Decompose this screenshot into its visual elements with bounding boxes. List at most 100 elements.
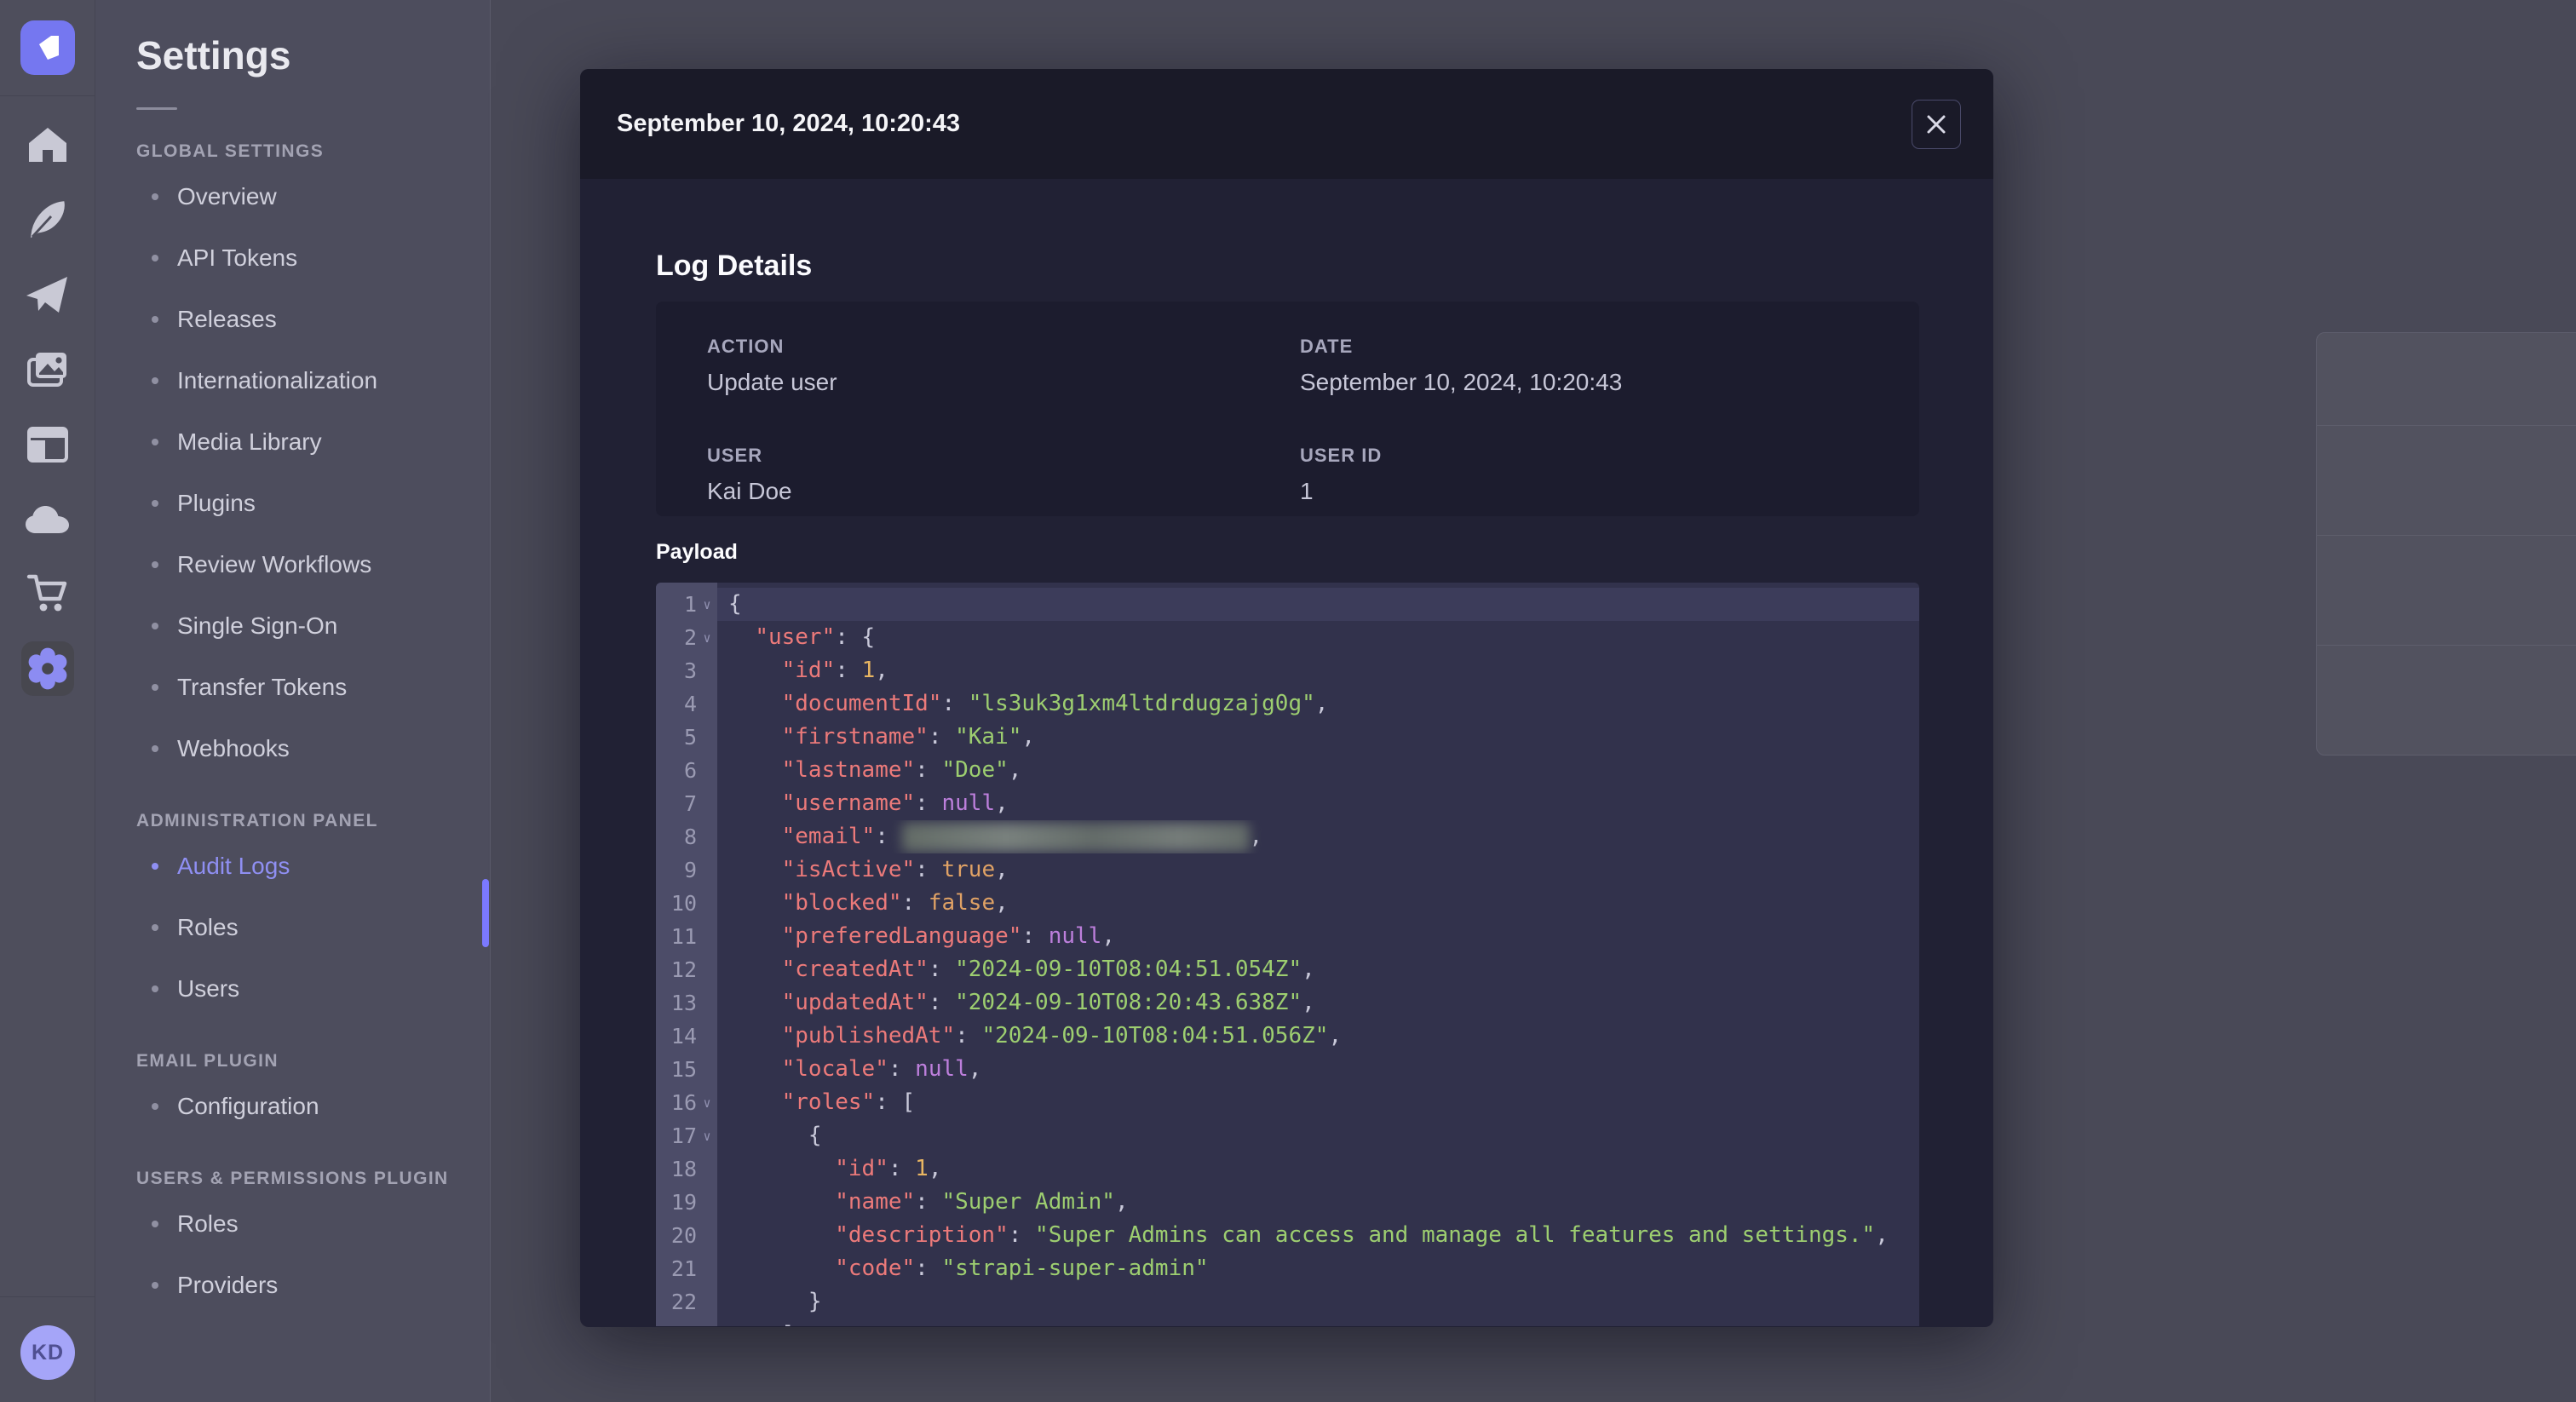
sidebar-item-audit-logs[interactable]: Audit Logs <box>95 836 490 897</box>
gutter-cell: 19 <box>656 1190 717 1215</box>
code-line-content: } <box>808 1289 822 1314</box>
detail-label: DATE <box>1300 336 1354 357</box>
code-line-content: ] <box>717 1319 1919 1326</box>
nav-section: ADMINISTRATION PANEL Audit Logs Roles Users <box>95 808 490 1020</box>
detail-label: USER ID <box>1300 445 1383 466</box>
cloud-icon[interactable] <box>22 494 73 545</box>
sidebar-item-single-sign-on[interactable]: Single Sign-On <box>95 595 490 657</box>
sidebar-item-releases[interactable]: Releases <box>95 289 490 350</box>
feather-icon[interactable] <box>22 194 73 245</box>
code-line: 5 "firstname": "Kai", <box>656 721 1919 754</box>
sidebar-item-internationalization[interactable]: Internationalization <box>95 350 490 411</box>
close-button[interactable] <box>1912 99 1961 149</box>
code-line-content: "isActive": true, <box>781 857 1009 882</box>
code-line-content: "id": 1, <box>781 658 888 683</box>
line-number: 2 <box>683 625 697 650</box>
gutter-cell: 15 <box>656 1057 717 1082</box>
sidebar-item-transfer-tokens[interactable]: Transfer Tokens <box>95 657 490 718</box>
gutter-cell: 7 <box>656 791 717 816</box>
table-header <box>2317 333 2576 425</box>
gear-icon[interactable] <box>21 641 74 696</box>
code-line-content: "createdAt": "2024-09-10T08:04:51.054Z", <box>781 957 1315 982</box>
code-line-content: "user": { <box>755 624 876 650</box>
audit-log-table-card <box>2316 332 2576 756</box>
sidebar-item-webhooks[interactable]: Webhooks <box>95 718 490 779</box>
gutter-cell: 11 <box>656 924 717 949</box>
payload-label: Payload <box>656 540 738 564</box>
sidebar-item-review-workflows[interactable]: Review Workflows <box>95 534 490 595</box>
layout-icon[interactable] <box>22 419 73 470</box>
redacted-email-value <box>901 822 1250 852</box>
code-line: 6 "lastname": "Doe", <box>656 754 1919 787</box>
sidebar-item-label: Media Library <box>177 428 322 455</box>
code-line-content: "locale": null, <box>781 1056 982 1082</box>
sidebar-item-label: Webhooks <box>177 735 290 761</box>
sidebar-item-configuration[interactable]: Configuration <box>95 1076 490 1137</box>
strapi-logo-glyph <box>39 36 59 60</box>
sidebar-item-media-library[interactable]: Media Library <box>95 411 490 473</box>
gutter-cell: 17 ∨ <box>656 1123 717 1148</box>
detail-label: USER <box>707 445 763 466</box>
sidebar-item-label: Review Workflows <box>177 551 372 577</box>
bullet-icon <box>152 500 158 507</box>
fold-chevron-icon[interactable]: ∨ <box>697 1129 717 1144</box>
nav-section-label: EMAIL PLUGIN <box>136 1051 279 1071</box>
line-number: 15 <box>670 1057 697 1082</box>
gutter-cell: 12 <box>656 957 717 982</box>
log-details-modal: September 10, 2024, 10:20:43 Log Details… <box>580 69 1993 1327</box>
active-item-indicator <box>482 879 489 947</box>
title-divider <box>136 107 177 110</box>
home-icon[interactable] <box>22 119 73 170</box>
media-library-icon[interactable] <box>22 344 73 395</box>
nav-section-label: ADMINISTRATION PANEL <box>136 811 378 830</box>
payload-editor[interactable]: 1 ∨{2 ∨ "user": {3 "id": 1, 4 "documentId":… <box>656 583 1919 1326</box>
code-line-content: "name": "Super Admin", <box>835 1189 1129 1215</box>
code-line-content: "lastname": "Doe", <box>781 757 1022 783</box>
close-x-icon <box>1927 115 1946 133</box>
code-line: 17 ∨ { <box>656 1119 1919 1152</box>
code-line-content: "updatedAt": "2024-09-10T08:20:43.638Z", <box>781 990 1315 1015</box>
gutter-cell: 22 <box>656 1290 717 1314</box>
line-number: 14 <box>670 1024 697 1049</box>
page-title: Settings <box>136 33 291 78</box>
sidebar-item-providers[interactable]: Providers <box>95 1255 490 1316</box>
sidebar-item-overview[interactable]: Overview <box>95 166 490 227</box>
line-number: 20 <box>670 1223 697 1248</box>
code-line-content: "publishedAt": "2024-09-10T08:04:51.056Z… <box>781 1023 1343 1049</box>
fold-chevron-icon[interactable]: ∨ <box>697 1095 717 1111</box>
sidebar-item-plugins[interactable]: Plugins <box>95 473 490 534</box>
sidebar-item-label: API Tokens <box>177 244 298 271</box>
fold-chevron-icon[interactable]: ∨ <box>697 630 717 646</box>
avatar[interactable]: KD <box>20 1325 75 1380</box>
fold-chevron-icon[interactable]: ∨ <box>697 597 717 612</box>
cart-icon[interactable] <box>22 567 73 618</box>
gutter-cell: 18 <box>656 1157 717 1181</box>
sidebar-item-roles[interactable]: Roles <box>95 1193 490 1255</box>
line-number: 11 <box>670 924 697 949</box>
line-number: 21 <box>670 1256 697 1281</box>
sidebar-item-label: Users <box>177 975 240 1002</box>
strapi-logo[interactable] <box>20 20 75 75</box>
detail-value: September 10, 2024, 10:20:43 <box>1300 369 1623 395</box>
settings-nav-sections: GLOBAL SETTINGS Overview API Tokens Release… <box>95 139 490 1316</box>
gutter-cell: 6 <box>656 758 717 783</box>
modal-header: September 10, 2024, 10:20:43 <box>580 69 1993 179</box>
sidebar-item-users[interactable]: Users <box>95 958 490 1020</box>
detail-value: Update user <box>707 369 837 395</box>
sidebar-item-label: Single Sign-On <box>177 612 338 639</box>
bullet-icon <box>152 561 158 568</box>
line-number: 1 <box>683 592 697 617</box>
gutter-cell: 4 <box>656 692 717 716</box>
sidebar-item-roles[interactable]: Roles <box>95 897 490 958</box>
code-line: 9 "isActive": true, <box>656 853 1919 887</box>
bullet-icon <box>152 1282 158 1289</box>
code-line-content: { <box>808 1123 822 1148</box>
nav-section: EMAIL PLUGIN Configuration <box>95 1049 490 1137</box>
line-number: 9 <box>683 858 697 882</box>
main-navbar: KD <box>0 0 95 1402</box>
bullet-icon <box>152 623 158 629</box>
code-line: 23 ] <box>656 1319 1919 1326</box>
line-number: 12 <box>670 957 697 982</box>
sidebar-item-api-tokens[interactable]: API Tokens <box>95 227 490 289</box>
paper-plane-icon[interactable] <box>22 269 73 320</box>
